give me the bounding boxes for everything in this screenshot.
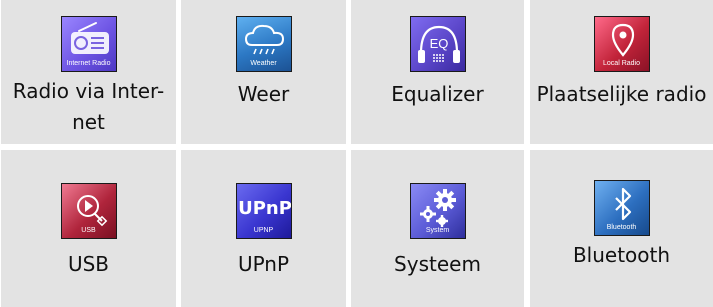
menu-item-label: UPnP [237, 252, 290, 276]
menu-item-bluetooth[interactable]: Bluetooth Bluetooth [530, 150, 713, 307]
menu-item-equalizer[interactable]: EQ Equalizer [351, 0, 524, 144]
menu-item-label: USB [67, 252, 110, 276]
icon-caption: USB [81, 227, 96, 234]
headphones-eq-icon: EQ [409, 16, 466, 72]
menu-item-weather[interactable]: Weather Weer [181, 0, 346, 144]
menu-item-upnp[interactable]: UPnP UPNP UPnP [181, 150, 346, 307]
icon-caption: Internet Radio [66, 60, 111, 67]
menu-item-usb[interactable]: USB USB [1, 150, 176, 307]
menu-item-label: Bluetooth [572, 243, 671, 267]
icon-caption: UPNP [253, 227, 274, 234]
usb-play-icon: USB [60, 183, 117, 239]
menu-item-local-radio[interactable]: Local Radio Plaatselijke radio [530, 0, 713, 144]
menu-item-label: Systeem [394, 252, 481, 276]
upnp-text: UPnP [238, 198, 292, 219]
bluetooth-icon: Bluetooth [593, 180, 650, 236]
icon-caption: System [425, 227, 450, 234]
icon-caption: Local Radio [603, 60, 640, 67]
map-pin-icon: Local Radio [593, 16, 650, 72]
radio-icon: Internet Radio [60, 16, 117, 72]
upnp-icon: UPnP UPNP [235, 183, 292, 239]
gears-icon: System [409, 183, 466, 239]
cloud-rain-icon: Weather [235, 16, 292, 72]
menu-item-label: Equalizer [391, 82, 484, 106]
menu-item-label: Plaatselijke radio [536, 82, 707, 106]
icon-caption: Bluetooth [606, 224, 637, 231]
icon-caption: Weather [250, 60, 277, 67]
menu-item-label: Radio via Inter- net [12, 79, 165, 134]
menu-item-system[interactable]: System Systeem [351, 150, 524, 307]
menu-item-label: Weer [237, 82, 290, 106]
menu-grid: Internet Radio Radio via Inter- net Weat… [0, 0, 713, 307]
eq-text: EQ [429, 36, 448, 51]
menu-item-internet-radio[interactable]: Internet Radio Radio via Inter- net [1, 0, 176, 144]
